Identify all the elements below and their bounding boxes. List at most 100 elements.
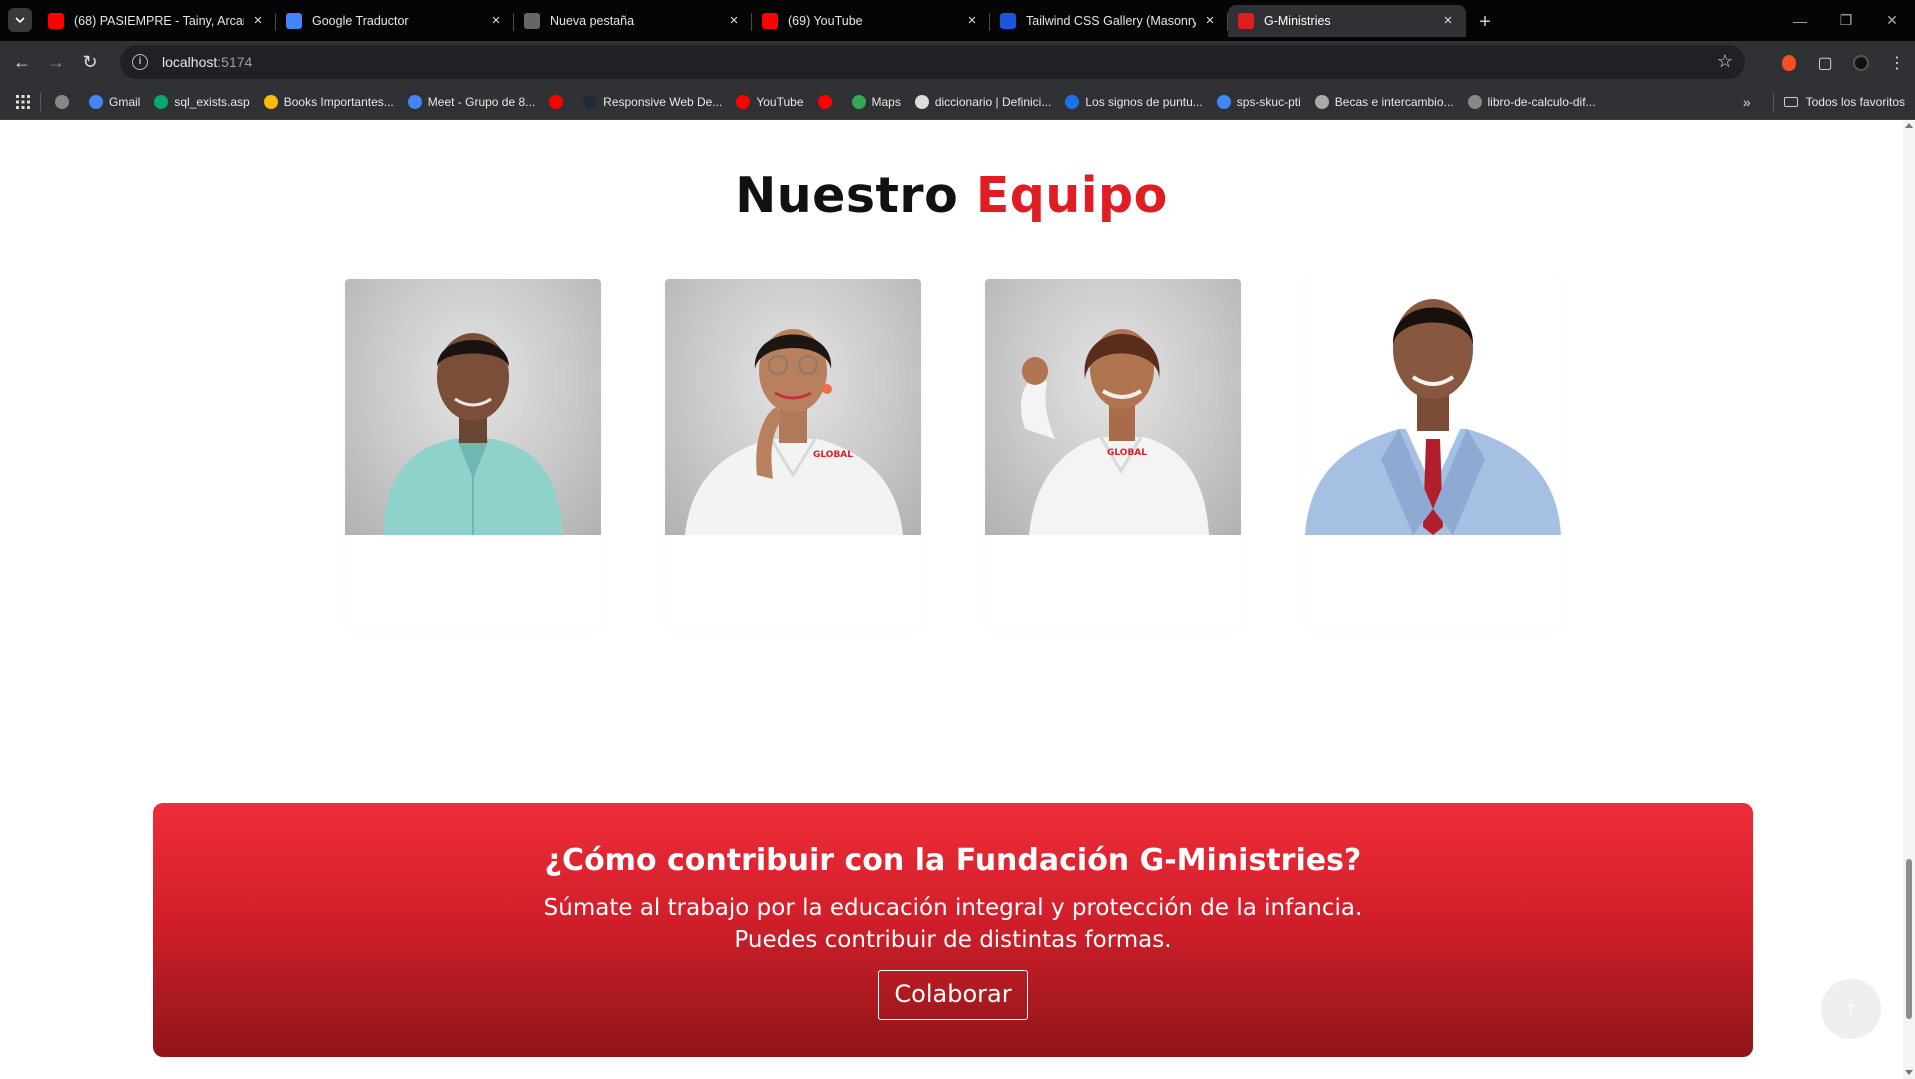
- bookmark-item[interactable]: Becas e intercambio...: [1314, 94, 1454, 109]
- drive-icon: [263, 94, 278, 109]
- apps-grid-icon[interactable]: [16, 94, 30, 109]
- reload-icon[interactable]: ↻: [73, 46, 107, 80]
- bookmark-item[interactable]: Responsive Web De...: [583, 94, 723, 109]
- bookmark-item[interactable]: YouTube: [736, 94, 804, 109]
- contribute-banner: ¿Cómo contribuir con la Fundación G-Mini…: [153, 803, 1753, 1057]
- bookmark-item[interactable]: Books Importantes...: [263, 94, 394, 109]
- browser-tab[interactable]: Google Traductor ×: [276, 5, 514, 37]
- address-bar[interactable]: i localhost:5174 ☆: [120, 45, 1745, 79]
- bookmark-item[interactable]: Meet - Grupo de 8...: [407, 94, 535, 109]
- tab-title: Google Traductor: [312, 14, 409, 28]
- rae-icon: [914, 94, 929, 109]
- minimize-icon[interactable]: —: [1777, 0, 1823, 41]
- scroll-down-arrow-icon[interactable]: [1905, 1070, 1913, 1075]
- team-member-card: GLOBAL: [665, 279, 921, 629]
- bookmark-item[interactable]: sql_exists.asp: [154, 94, 250, 109]
- bookmarks-separator: [40, 92, 41, 111]
- bookmark-item[interactable]: libro-de-calculo-dif...: [1467, 94, 1596, 109]
- chrome-icon: [524, 13, 540, 29]
- bookmark-label: diccionario | Definici...: [934, 94, 1052, 109]
- bookmarks-bar: Gmail sql_exists.asp Books Importantes... M…: [0, 84, 1915, 120]
- url-host: localhost: [162, 54, 218, 70]
- chevron-down-icon: [15, 17, 25, 24]
- bookmark-item[interactable]: sps-skuc-pti: [1216, 94, 1301, 109]
- close-tab-icon[interactable]: ×: [726, 13, 742, 29]
- close-tab-icon[interactable]: ×: [964, 13, 980, 29]
- team-section-title: Nuestro Equipo: [0, 167, 1903, 224]
- flowbite-icon: [1000, 13, 1016, 29]
- google-icon: [89, 94, 103, 109]
- page-scrollbar[interactable]: [1903, 121, 1915, 1079]
- bookmark-item[interactable]: Maps: [851, 94, 901, 109]
- browser-tab[interactable]: (69) YouTube ×: [752, 5, 990, 37]
- tab-title: Tailwind CSS Gallery (Masonry): [1026, 14, 1196, 28]
- forward-icon[interactable]: →: [39, 46, 73, 80]
- menu-dots-icon[interactable]: ⋮: [1879, 45, 1915, 81]
- team-member-photo: [1305, 279, 1561, 535]
- all-bookmarks-link[interactable]: Todos los favoritos: [1806, 95, 1905, 109]
- close-tab-icon[interactable]: ×: [488, 13, 504, 29]
- scroll-up-arrow-icon[interactable]: [1905, 123, 1913, 128]
- bookmark-label: Books Importantes...: [283, 94, 394, 109]
- bookmark-item[interactable]: diccionario | Definici...: [914, 94, 1052, 109]
- tab-title: (68) PASIEMPRE - Tainy, Arcang: [74, 14, 244, 28]
- browser-tab[interactable]: G-Ministries ×: [1228, 5, 1466, 37]
- tab-search-button[interactable]: [8, 8, 32, 32]
- close-tab-icon[interactable]: ×: [1440, 13, 1456, 29]
- folder-icon: [1783, 97, 1798, 107]
- extension-fire-icon[interactable]: [1771, 45, 1807, 81]
- close-tab-icon[interactable]: ×: [1202, 13, 1218, 29]
- collaborate-button[interactable]: Colaborar: [878, 970, 1028, 1020]
- scroll-to-top-button[interactable]: ↑: [1821, 979, 1881, 1039]
- close-window-icon[interactable]: ✕: [1869, 0, 1915, 41]
- bookmark-item[interactable]: [55, 94, 75, 109]
- profile-avatar-icon[interactable]: [1843, 45, 1879, 81]
- new-tab-icon[interactable]: +: [1472, 9, 1498, 35]
- youtube-icon: [549, 94, 564, 109]
- window-controls: — ❐ ✕: [1777, 0, 1915, 41]
- globe-icon: [1467, 94, 1482, 109]
- translate-icon: [286, 13, 302, 29]
- team-member-photo: [345, 279, 601, 535]
- bookmark-label: YouTube: [756, 94, 804, 109]
- page-viewport: Nuestro Equipo GLOBAL GLOBAL ¿Cómo contr…: [0, 121, 1903, 1079]
- bookmark-item[interactable]: Los signos de puntu...: [1065, 94, 1203, 109]
- bookmark-item[interactable]: Gmail: [89, 94, 140, 109]
- bookmark-item[interactable]: [817, 94, 838, 109]
- browser-tab[interactable]: (68) PASIEMPRE - Tainy, Arcang ×: [38, 5, 276, 37]
- more-bookmarks-icon[interactable]: »: [1743, 94, 1751, 110]
- browser-tab[interactable]: Nueva pestaña ×: [514, 5, 752, 37]
- g-ministries-icon: [1238, 13, 1254, 29]
- youtube-icon: [817, 94, 832, 109]
- bookmark-label: Maps: [871, 94, 901, 109]
- team-member-photo: GLOBAL: [665, 279, 921, 535]
- youtube-icon: [48, 13, 64, 29]
- youtube-icon: [762, 13, 778, 29]
- bookmark-star-icon[interactable]: ☆: [1717, 51, 1733, 72]
- tab-title: G-Ministries: [1264, 14, 1331, 28]
- back-icon[interactable]: ←: [5, 46, 39, 80]
- youtube-icon: [736, 94, 751, 109]
- browser-tab[interactable]: Tailwind CSS Gallery (Masonry) ×: [990, 5, 1228, 37]
- scrollbar-thumb[interactable]: [1906, 859, 1912, 1019]
- title-part-1: Nuestro: [735, 167, 959, 224]
- contribute-text-line-2: Puedes contribuir de distintas formas.: [734, 927, 1172, 953]
- extensions-puzzle-icon[interactable]: ▢: [1807, 45, 1843, 81]
- browser-toolbar: ← → ↻ i localhost:5174 ☆ ▢ ⋮: [0, 41, 1915, 84]
- globe-icon: [55, 94, 69, 109]
- arrow-up-icon: ↑: [1845, 996, 1857, 1021]
- bookmark-label: Becas e intercambio...: [1334, 94, 1454, 109]
- bookmark-label: Los signos de puntu...: [1085, 94, 1203, 109]
- bookmark-label: sps-skuc-pti: [1236, 94, 1301, 109]
- restore-icon[interactable]: ❐: [1823, 0, 1869, 41]
- bookmark-label: Responsive Web De...: [603, 94, 723, 109]
- close-tab-icon[interactable]: ×: [250, 13, 266, 29]
- site-info-icon[interactable]: i: [132, 54, 148, 70]
- bookmarks-divider: [1772, 93, 1774, 111]
- title-part-2: Equipo: [975, 167, 1168, 224]
- bookmarks-right: » Todos los favoritos: [1743, 84, 1905, 120]
- info-icon: [1065, 94, 1080, 109]
- maps-icon: [851, 94, 866, 109]
- bookmark-item[interactable]: [549, 94, 569, 109]
- url-port: :5174: [217, 54, 253, 70]
